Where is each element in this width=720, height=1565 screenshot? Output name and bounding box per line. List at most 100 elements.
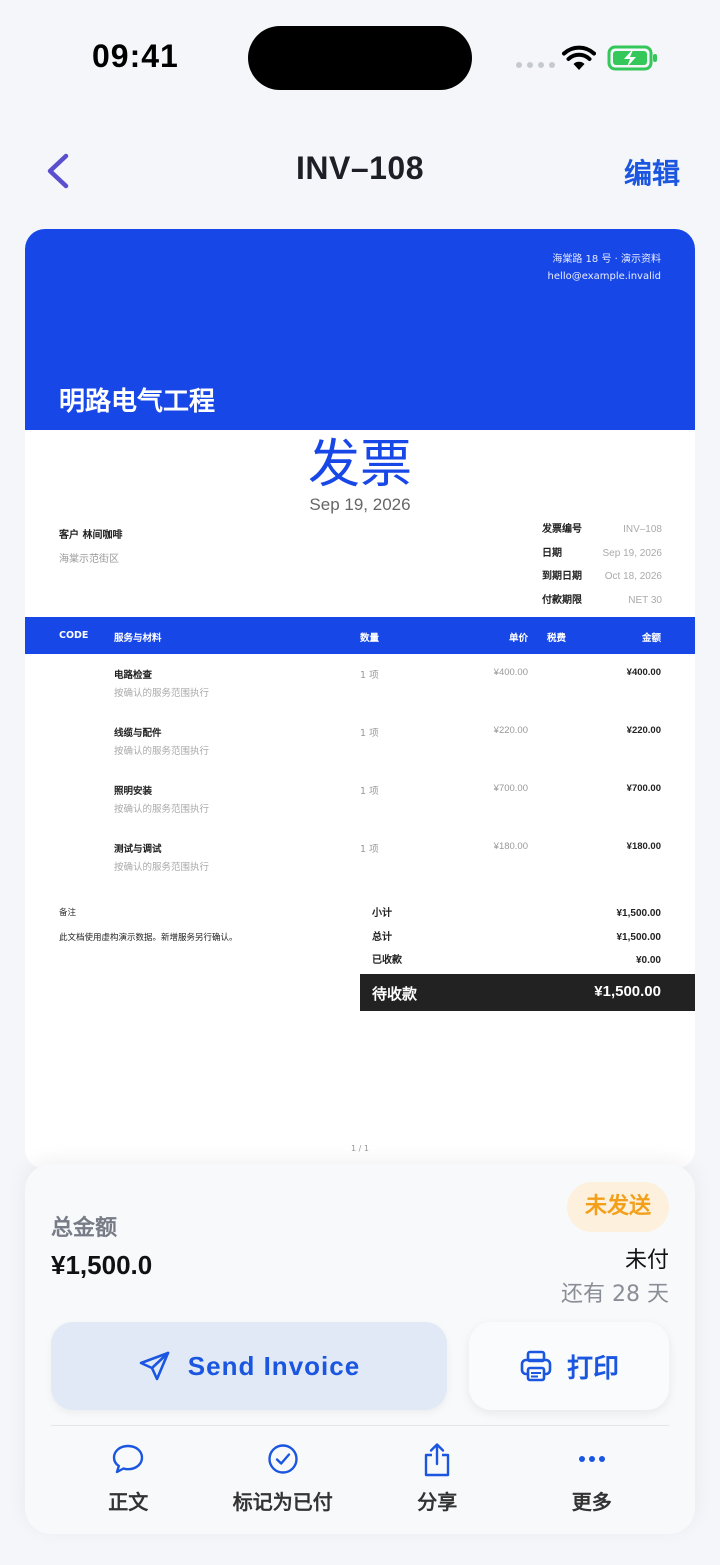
action-more[interactable]: 更多 bbox=[515, 1432, 670, 1522]
share-icon bbox=[425, 1443, 450, 1477]
total-value: ¥1,500.00 bbox=[616, 908, 662, 919]
total-label: 已收款 bbox=[372, 955, 402, 967]
company-name: 明路电气工程 bbox=[59, 387, 216, 417]
client-address: 海棠示范街区 bbox=[59, 554, 119, 565]
item-qty: 1 项 bbox=[360, 728, 379, 739]
print-button[interactable]: 打印 bbox=[469, 1322, 669, 1410]
meta-value: NET 30 bbox=[628, 595, 662, 607]
meta-row: 发票编号 INV–108 bbox=[542, 518, 662, 542]
item-amount: ¥400.00 bbox=[626, 667, 661, 678]
total-amount-label: 总金额 bbox=[51, 1216, 118, 1241]
document-title: 发票 bbox=[307, 435, 412, 495]
check-circle-icon bbox=[268, 1444, 298, 1474]
send-invoice-button[interactable]: Send Invoice bbox=[51, 1322, 447, 1410]
col-qty: 数量 bbox=[360, 633, 380, 644]
meta-value: Oct 18, 2026 bbox=[604, 571, 662, 583]
meta-label: 到期日期 bbox=[542, 571, 582, 583]
client-label: 客户 bbox=[59, 530, 79, 541]
item-price: ¥400.00 bbox=[493, 667, 528, 678]
meta-label: 日期 bbox=[542, 547, 562, 559]
col-amount: 金额 bbox=[641, 633, 661, 644]
payment-status: 未付 bbox=[624, 1248, 669, 1273]
invoice-header: 海棠路 18 号 · 演示资料 hello@example.invalid 明路… bbox=[25, 229, 695, 430]
invoice-preview[interactable]: 海棠路 18 号 · 演示资料 hello@example.invalid 明路… bbox=[25, 229, 695, 1169]
total-amount-value: ¥1,500.0 bbox=[51, 1250, 153, 1280]
table-row: 电路检查 按确认的服务范围执行 1 项 ¥400.00 ¥400.00 bbox=[25, 667, 695, 725]
message-bubble-icon bbox=[113, 1444, 144, 1474]
action-share[interactable]: 分享 bbox=[360, 1432, 515, 1522]
document-date: Sep 19, 2026 bbox=[309, 495, 411, 514]
totals-block: 小计 ¥1,500.00 总计 ¥1,500.00 已收款 ¥0.00 bbox=[360, 902, 695, 973]
page-indicator: 1 / 1 bbox=[351, 1144, 369, 1153]
send-invoice-label: Send Invoice bbox=[187, 1350, 361, 1381]
item-name: 线缆与配件 bbox=[114, 728, 162, 739]
col-tax: 税费 bbox=[547, 633, 567, 644]
company-contact: 海棠路 18 号 · 演示资料 hello@example.invalid bbox=[548, 251, 661, 285]
status-badge: 未发送 bbox=[566, 1182, 669, 1232]
table-row: 测试与调试 按确认的服务范围执行 1 项 ¥180.00 ¥180.00 bbox=[25, 841, 695, 899]
total-value: ¥1,500.00 bbox=[616, 931, 662, 943]
item-name: 测试与调试 bbox=[114, 844, 162, 855]
col-code: CODE bbox=[59, 630, 89, 641]
table-header: CODE 服务与材料 数量 单价 税费 金额 bbox=[25, 617, 695, 654]
balance-label: 待收款 bbox=[372, 985, 418, 1003]
notes-label: 备注 bbox=[59, 908, 77, 918]
meta-value: Sep 19, 2026 bbox=[602, 547, 663, 559]
client-block: 客户 林间咖啡 海棠示范街区 bbox=[59, 524, 122, 572]
print-label: 打印 bbox=[566, 1353, 619, 1384]
divider bbox=[51, 1425, 669, 1426]
action-mark-paid[interactable]: 标记为已付 bbox=[206, 1432, 361, 1522]
page-title: INV–108 bbox=[295, 150, 425, 186]
nav-bar: INV–108 编辑 bbox=[0, 140, 720, 200]
action-label: 更多 bbox=[571, 1490, 612, 1514]
meta-label: 发票编号 bbox=[542, 524, 582, 535]
item-qty: 1 项 bbox=[360, 670, 379, 681]
company-email: hello@example.invalid bbox=[547, 271, 661, 282]
action-label: 分享 bbox=[417, 1490, 458, 1514]
action-bar: 正文 标记为已付 分享 更多 bbox=[51, 1432, 669, 1522]
item-desc: 按确认的服务范围执行 bbox=[114, 746, 210, 757]
company-address: 海棠路 18 号 · 演示资料 bbox=[552, 254, 661, 265]
item-name: 电路检查 bbox=[114, 670, 153, 681]
meta-value: INV–108 bbox=[623, 524, 662, 535]
meta-row: 付款期限 NET 30 bbox=[542, 589, 662, 613]
col-price: 单价 bbox=[508, 633, 528, 644]
total-value: ¥0.00 bbox=[635, 955, 661, 967]
total-label: 总计 bbox=[372, 931, 392, 943]
item-amount: ¥180.00 bbox=[626, 841, 661, 852]
item-price: ¥700.00 bbox=[493, 783, 528, 794]
more-icon bbox=[578, 1456, 605, 1462]
action-label: 正文 bbox=[108, 1490, 149, 1514]
table-row: 照明安装 按确认的服务范围执行 1 项 ¥700.00 ¥700.00 bbox=[25, 783, 695, 841]
action-label: 标记为已付 bbox=[232, 1490, 333, 1514]
balance-value: ¥1,500.00 bbox=[594, 983, 661, 1000]
item-price: ¥220.00 bbox=[493, 725, 528, 736]
col-item: 服务与材料 bbox=[114, 633, 162, 644]
meta-row: 到期日期 Oct 18, 2026 bbox=[542, 565, 662, 589]
table-row: 线缆与配件 按确认的服务范围执行 1 项 ¥220.00 ¥220.00 bbox=[25, 725, 695, 783]
item-desc: 按确认的服务范围执行 bbox=[114, 862, 210, 873]
summary-panel: 总金额 ¥1,500.0 未发送 未付 还有 28 天 Send Invoice… bbox=[25, 1164, 695, 1534]
item-qty: 1 项 bbox=[360, 844, 379, 855]
received-row: 已收款 ¥0.00 bbox=[360, 949, 695, 973]
item-name: 照明安装 bbox=[114, 786, 153, 797]
meta-label: 付款期限 bbox=[542, 595, 582, 607]
invoice-meta: 发票编号 INV–108 日期 Sep 19, 2026 到期日期 Oct 18, 2… bbox=[542, 518, 662, 613]
printer-icon bbox=[520, 1350, 552, 1382]
grand-total-row: 总计 ¥1,500.00 bbox=[360, 926, 695, 950]
item-desc: 按确认的服务范围执行 bbox=[114, 688, 210, 699]
send-icon bbox=[139, 1351, 170, 1381]
item-qty: 1 项 bbox=[360, 786, 379, 797]
status-bar: 09:41 bbox=[0, 0, 720, 110]
notes-block: 备注 此文档使用虚构演示数据。新增服务另行确认。 bbox=[59, 907, 238, 945]
total-label: 小计 bbox=[372, 908, 392, 919]
meta-row: 日期 Sep 19, 2026 bbox=[542, 542, 662, 566]
edit-button[interactable]: 编辑 bbox=[624, 152, 680, 192]
battery-icon bbox=[607, 45, 657, 71]
subtotal-row: 小计 ¥1,500.00 bbox=[360, 902, 695, 926]
days-remaining: 还有 28 天 bbox=[561, 1282, 669, 1307]
action-body-text[interactable]: 正文 bbox=[51, 1432, 206, 1522]
signal-icon bbox=[516, 62, 555, 68]
dynamic-island bbox=[248, 26, 472, 90]
item-amount: ¥220.00 bbox=[626, 725, 661, 736]
